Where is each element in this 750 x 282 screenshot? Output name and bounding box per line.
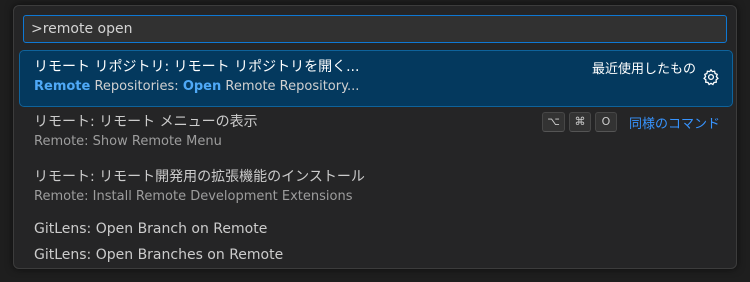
recently-used-label: 最近使用したもの <box>591 61 696 77</box>
option-key: ⌥ <box>542 112 565 132</box>
list-item-open-branch-on-remote[interactable]: GitLens: Open Branch on Remote <box>20 216 732 242</box>
item-right: 最近使用したもの <box>591 57 720 86</box>
item-title: リモート: リモート開発用の拡張機能のインストール <box>34 169 365 185</box>
o-key: O <box>594 112 617 132</box>
item-subtitle: Remote Repositories: Open Remote Reposit… <box>34 77 718 97</box>
list-item-open-remote-repository[interactable]: リモート リポジトリ: リモート リポジトリを開く... Remote Repo… <box>19 50 733 107</box>
item-subtitle-text: Remote Repository... <box>221 79 360 94</box>
item-subtitle: Remote: Install Remote Development Exten… <box>34 189 353 204</box>
search-input[interactable] <box>23 15 727 43</box>
list-item-show-remote-menu[interactable]: リモート: リモート メニューの表示 Remote: Show Remote M… <box>20 106 732 161</box>
item-title: GitLens: Open Branches on Remote <box>34 247 284 263</box>
list-item-install-remote-dev-extensions[interactable]: リモート: リモート開発用の拡張機能のインストール Remote: Instal… <box>20 161 732 216</box>
keybinding: ⌥ ⌘ O <box>542 112 617 132</box>
results-list: リモート リポジトリ: リモート リポジトリを開く... Remote Repo… <box>19 50 733 268</box>
match-highlight: Open <box>182 79 222 94</box>
item-title: GitLens: Open Branch on Remote <box>34 221 268 237</box>
command-palette: リモート リポジトリ: リモート リポジトリを開く... Remote Repo… <box>13 5 737 269</box>
list-item-open-branches-on-remote[interactable]: GitLens: Open Branches on Remote <box>20 242 732 268</box>
similar-commands-link[interactable]: 同様のコマンド <box>629 113 720 132</box>
item-right: ⌥ ⌘ O 同様のコマンド <box>542 112 720 132</box>
item-subtitle-text: Repositories: <box>90 79 183 94</box>
gear-icon[interactable] <box>702 68 720 86</box>
command-key: ⌘ <box>568 112 591 132</box>
item-subtitle: Remote: Show Remote Menu <box>34 134 222 149</box>
match-highlight: Remote <box>34 79 91 94</box>
